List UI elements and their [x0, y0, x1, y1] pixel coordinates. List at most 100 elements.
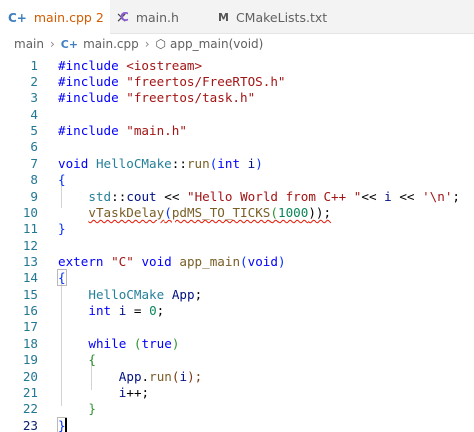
- line-code: extern "C" void app_main(void): [58, 254, 286, 270]
- c-header-file-icon: C: [120, 10, 129, 24]
- code-token: ::: [171, 156, 187, 171]
- code-token: std: [88, 189, 112, 204]
- tab-label: main.h: [135, 9, 179, 25]
- code-token: run: [186, 156, 210, 171]
- code-token: (: [240, 254, 248, 269]
- code-line[interactable]: 8{: [0, 172, 474, 188]
- code-line[interactable]: 10 vTaskDelay(pdMS_TO_TICKS(1000));: [0, 205, 474, 221]
- code-editor[interactable]: 1 #include <iostream> 2 #include "freertos/…: [0, 53, 474, 432]
- code-line[interactable]: 23}: [0, 417, 474, 432]
- line-code: App.run(i);: [119, 369, 202, 385]
- code-token: #include: [58, 58, 119, 73]
- line-number: 16: [22, 303, 38, 318]
- tab-main-h[interactable]: C main.h: [110, 0, 210, 34]
- code-token: #include: [58, 90, 119, 105]
- line-number: 11: [22, 221, 38, 236]
- code-line[interactable]: 22}: [0, 401, 474, 417]
- code-token: HelloCMake: [88, 287, 165, 302]
- code-token: app_main: [179, 254, 241, 269]
- breadcrumb-folder[interactable]: main: [14, 37, 44, 51]
- line-number: 18: [22, 336, 38, 351]
- line-number: 4: [30, 107, 38, 122]
- code-token: ;: [194, 287, 203, 302]
- code-line[interactable]: 9 std::cout << "Hello World from C++ "<< …: [0, 189, 474, 205]
- tab-label: main.cpp: [33, 10, 92, 25]
- method-cube-icon: ⬡: [155, 37, 167, 51]
- line-number: 1: [30, 58, 38, 73]
- code-token: "freertos/FreeRTOS.h": [126, 74, 286, 89]
- code-line[interactable]: 1 #include <iostream>: [0, 58, 474, 74]
- code-token: (: [164, 205, 172, 220]
- code-token: 1000: [277, 205, 309, 220]
- line-code: int i = 0;: [88, 303, 164, 319]
- code-line[interactable]: 17: [0, 319, 474, 335]
- code-token: .: [141, 369, 150, 384]
- line-number: 19: [22, 352, 38, 367]
- code-token: }: [58, 221, 66, 236]
- code-line[interactable]: 15 HelloCMake App;: [0, 287, 474, 303]
- code-token: {: [88, 352, 96, 367]
- code-token: <iostream>: [126, 58, 203, 73]
- code-line[interactable]: 3 #include "freertos/task.h": [0, 90, 474, 106]
- tab-cmakelists[interactable]: M CMakeLists.txt: [210, 0, 335, 34]
- code-line[interactable]: 12: [0, 238, 474, 254]
- line-code: #include <iostream>: [58, 58, 202, 74]
- line-number: 6: [30, 139, 38, 154]
- breadcrumb: main › C+ main.cpp › ⬡ app_main(void): [0, 35, 474, 53]
- code-token: true: [141, 336, 172, 351]
- code-token: void: [247, 254, 278, 269]
- code-token: {: [57, 269, 67, 286]
- code-token: <<: [156, 189, 187, 204]
- code-line[interactable]: 4: [0, 107, 474, 123]
- line-code: #include "main.h": [58, 123, 187, 139]
- breadcrumb-file[interactable]: main.cpp: [83, 37, 139, 51]
- line-number: 17: [22, 319, 38, 334]
- code-token: '\n': [422, 189, 453, 204]
- code-token: i: [179, 369, 188, 384]
- code-line[interactable]: 19 {: [0, 352, 474, 368]
- code-token: int: [217, 156, 241, 171]
- code-line[interactable]: 18 while (true): [0, 336, 474, 352]
- code-line[interactable]: 16 int i = 0;: [0, 303, 474, 319]
- line-code: vTaskDelay(pdMS_TO_TICKS(1000));: [88, 205, 331, 221]
- line-number: 21: [22, 385, 38, 400]
- line-number: 13: [22, 254, 38, 269]
- text-cursor: [65, 418, 67, 432]
- code-line[interactable]: 2 #include "freertos/FreeRTOS.h": [0, 74, 474, 90]
- code-token: App: [171, 287, 195, 302]
- code-token: void: [58, 156, 89, 171]
- code-line[interactable]: 14 {: [0, 269, 474, 286]
- code-line[interactable]: 6: [0, 139, 474, 155]
- line-number: 23: [22, 418, 38, 432]
- code-token: }: [88, 401, 96, 416]
- code-line[interactable]: 13 extern "C" void app_main(void): [0, 254, 474, 270]
- code-line[interactable]: 20 App.run(i);: [0, 369, 474, 385]
- breadcrumb-symbol[interactable]: app_main(void): [170, 37, 263, 51]
- code-line[interactable]: 7 void HelloCMake::run(int i): [0, 156, 474, 172]
- line-number: 5: [30, 123, 38, 138]
- tab-label: CMakeLists.txt: [235, 9, 328, 25]
- line-code: #include "freertos/FreeRTOS.h": [58, 74, 286, 90]
- code-line[interactable]: 5 #include "main.h": [0, 123, 474, 139]
- line-code: while (true): [88, 336, 179, 352]
- code-line[interactable]: 11}: [0, 221, 474, 237]
- cpp-file-icon: C+: [60, 37, 79, 51]
- code-token: vTaskDelay: [88, 205, 165, 220]
- code-token: "C": [111, 254, 134, 269]
- line-code: }: [88, 401, 96, 417]
- line-number: 3: [30, 90, 38, 105]
- code-token: (: [126, 336, 142, 351]
- cpp-file-icon: C+: [8, 10, 27, 25]
- code-token: =: [126, 303, 150, 318]
- line-number: 9: [30, 189, 38, 204]
- line-number: 2: [30, 74, 38, 89]
- code-token: HelloCMake: [95, 156, 172, 171]
- code-line[interactable]: 21 i++;: [0, 385, 474, 401]
- code-token: 0: [149, 303, 157, 318]
- tab-main-cpp[interactable]: C+ main.cpp 2 ×: [0, 0, 128, 35]
